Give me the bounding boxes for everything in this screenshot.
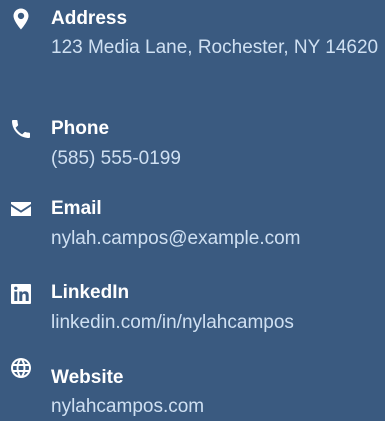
email-label: Email [51, 198, 102, 219]
globe-icon [9, 356, 33, 380]
website-value: nylahcampos.com [51, 396, 205, 417]
address-label: Address [51, 8, 128, 29]
envelope-icon [9, 197, 33, 221]
contact-info-panel: Address 123 Media Lane, Rochester, NY 14… [0, 0, 385, 421]
phone-value: (585) 555-0199 [51, 148, 181, 169]
linkedin-value: linkedin.com/in/nylahcampos [51, 312, 294, 333]
email-value: nylah.campos@example.com [51, 228, 301, 249]
phone-icon [9, 117, 33, 141]
linkedin-icon [9, 282, 33, 306]
linkedin-label: LinkedIn [51, 282, 130, 303]
address-value: 123 Media Lane, Rochester, NY 14620 [51, 37, 379, 58]
map-marker-icon [9, 7, 33, 31]
phone-label: Phone [51, 118, 110, 139]
website-label: Website [51, 367, 124, 388]
